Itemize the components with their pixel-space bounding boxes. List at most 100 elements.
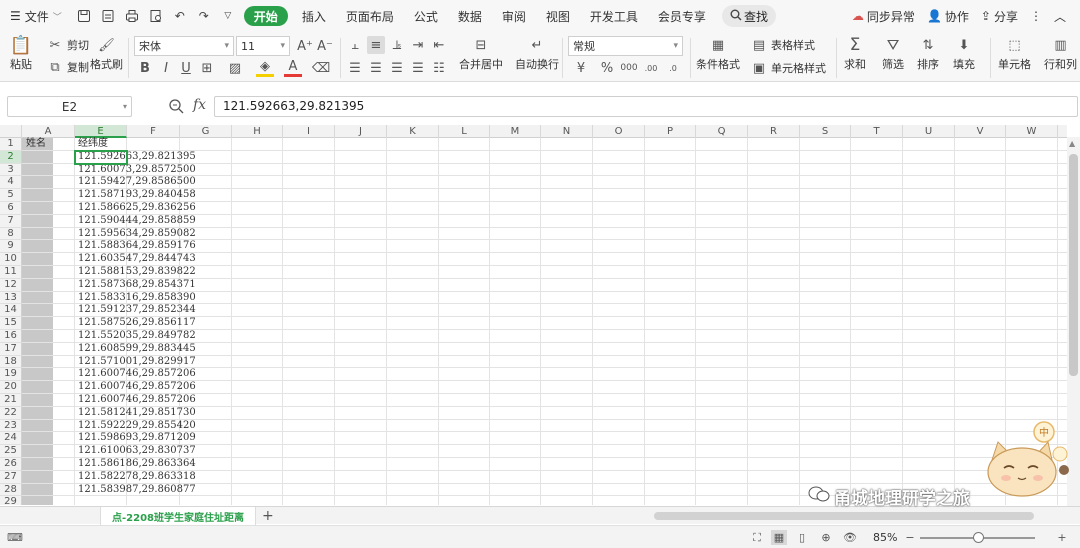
row-header-2[interactable]: 2	[0, 150, 22, 164]
coord-cell[interactable]: 121.590444,29.858859	[76, 215, 196, 228]
export-pdf-icon[interactable]	[99, 7, 117, 25]
percent-button[interactable]: %	[598, 59, 616, 77]
column-header-i[interactable]: I	[283, 125, 335, 138]
row-header-19[interactable]: 19	[0, 368, 22, 382]
zoom-out-icon[interactable]: −	[902, 530, 918, 545]
coord-cell[interactable]: 121.588364,29.859176	[76, 240, 196, 253]
column-header-r[interactable]: R	[748, 125, 800, 138]
more-options-icon[interactable]: ⋮	[1024, 9, 1048, 23]
macro-record-icon[interactable]: ⌨	[7, 530, 23, 545]
column-header-t[interactable]: T	[851, 125, 903, 138]
sheet-tab-active[interactable]: 点-2208班学生家庭住址距离	[100, 507, 256, 525]
tab-data[interactable]: 数据	[448, 0, 492, 32]
column-header-l[interactable]: L	[439, 125, 490, 138]
italic-button[interactable]: I	[157, 59, 175, 77]
decrease-decimal-button[interactable]: .0	[664, 59, 682, 77]
scroll-thumb[interactable]	[654, 512, 1034, 520]
increase-decimal-button[interactable]: .00	[642, 59, 660, 77]
align-middle-button[interactable]: ≡	[367, 36, 385, 54]
tab-home[interactable]: 开始	[243, 6, 288, 26]
collaborate-button[interactable]: 👤 协作	[921, 8, 975, 25]
column-header-q[interactable]: Q	[696, 125, 748, 138]
increase-font-button[interactable]: A⁺	[296, 37, 314, 55]
sort-button[interactable]: ⇅ 排序	[917, 36, 939, 72]
row-col-button[interactable]: ▥ 行和列	[1044, 36, 1077, 72]
scroll-up-icon[interactable]: ▲	[1069, 139, 1075, 148]
cell-button[interactable]: ⬚ 单元格	[998, 36, 1031, 72]
zoom-level[interactable]: 85%	[873, 531, 897, 544]
zoom-lookup-icon[interactable]	[168, 98, 184, 117]
copy-button[interactable]: ⧉ 复制	[46, 58, 89, 76]
column-header-p[interactable]: P	[645, 125, 696, 138]
coord-cell[interactable]: 121.583987,29.860877	[76, 484, 196, 497]
row-header-22[interactable]: 22	[0, 406, 22, 420]
column-header-j[interactable]: J	[335, 125, 387, 138]
row-header-10[interactable]: 10	[0, 253, 22, 266]
print-preview-icon[interactable]	[147, 7, 165, 25]
row-header-29[interactable]: 29	[0, 496, 22, 505]
row-header-26[interactable]: 26	[0, 458, 22, 471]
coord-cell[interactable]: 121.610063,29.830737	[76, 445, 196, 458]
select-all-corner[interactable]	[0, 125, 22, 138]
column-header-o[interactable]: O	[593, 125, 645, 138]
coord-cell[interactable]: 121.582278,29.863318	[76, 471, 196, 484]
filter-button[interactable]: ⛛ 筛选	[882, 36, 904, 72]
print-icon[interactable]	[123, 7, 141, 25]
cells-area[interactable]: 姓名 经纬度 121.592663,29.821395 121.60073,29.…	[22, 138, 1067, 505]
page-layout-view-icon[interactable]: ▯	[794, 530, 810, 545]
row-header-5[interactable]: 5	[0, 189, 22, 202]
row-header-12[interactable]: 12	[0, 278, 22, 292]
scroll-thumb[interactable]	[1069, 154, 1078, 376]
row-header-13[interactable]: 13	[0, 291, 22, 305]
column-header-g[interactable]: G	[180, 125, 232, 138]
row-header-27[interactable]: 27	[0, 470, 22, 484]
redo-icon[interactable]: ↷	[195, 7, 213, 25]
coord-cell[interactable]: 121.598693,29.871209	[76, 432, 196, 445]
wrap-text-button[interactable]: ↵ 自动换行	[515, 36, 559, 72]
tab-member[interactable]: 会员专享	[648, 0, 716, 32]
tab-formulas[interactable]: 公式	[404, 0, 448, 32]
coord-cell[interactable]: 121.600746,29.857206	[76, 368, 196, 381]
normal-view-icon[interactable]: ▦	[771, 530, 787, 545]
align-center-button[interactable]: ☰	[367, 59, 385, 77]
undo-icon[interactable]: ↶	[171, 7, 189, 25]
row-header-8[interactable]: 8	[0, 227, 22, 241]
coord-cell[interactable]: 121.581241,29.851730	[76, 407, 196, 420]
column-header-u[interactable]: U	[903, 125, 955, 138]
coord-cell[interactable]: 121.588153,29.839822	[76, 266, 196, 279]
spreadsheet-grid[interactable]: AEFGHIJKLMNOPQRSTUVW 1 2 3 4 5 6 7 8 9 10 11 12 13 14…	[0, 125, 1067, 505]
reading-mode-icon[interactable]: 👁	[842, 530, 858, 545]
column-header-h[interactable]: H	[232, 125, 283, 138]
coord-cell[interactable]: 121.571001,29.829917	[76, 356, 196, 369]
coord-cell[interactable]: 121.60073,29.8572500	[76, 164, 196, 177]
row-header-21[interactable]: 21	[0, 394, 22, 407]
coord-cell[interactable]: 121.603547,29.844743	[76, 253, 196, 266]
column-header-a[interactable]: A	[22, 125, 75, 138]
sum-button[interactable]: Σ 求和	[844, 35, 866, 72]
row-header-24[interactable]: 24	[0, 432, 22, 446]
save-icon[interactable]	[75, 7, 93, 25]
horizontal-scrollbar[interactable]	[640, 511, 1065, 521]
table-style-button[interactable]: ▤ 表格样式	[750, 36, 815, 54]
justify-button[interactable]: ☰	[409, 59, 427, 77]
thousands-button[interactable]: 000	[620, 59, 638, 77]
row-header-6[interactable]: 6	[0, 202, 22, 215]
row-header-16[interactable]: 16	[0, 330, 22, 343]
row-header-28[interactable]: 28	[0, 483, 22, 497]
column-header-f[interactable]: F	[127, 125, 180, 138]
tab-view[interactable]: 视图	[536, 0, 580, 32]
paste-button[interactable]: 📋 粘贴	[10, 35, 32, 72]
fullscreen-icon[interactable]: ⛶	[749, 530, 765, 545]
outdent-button[interactable]: ⇤	[430, 36, 448, 54]
format-painter-button[interactable]: 🖌 格式刷	[90, 36, 123, 72]
font-name-select[interactable]: 宋体 ▾	[134, 36, 234, 56]
row-header-1[interactable]: 1	[0, 138, 22, 151]
column-header-w[interactable]: W	[1006, 125, 1058, 138]
file-menu[interactable]: ☰ 文件 ﹀	[0, 0, 72, 32]
column-header-e[interactable]: E	[75, 125, 127, 138]
column-header-s[interactable]: S	[800, 125, 851, 138]
row-header-20[interactable]: 20	[0, 381, 22, 394]
sync-status-button[interactable]: ☁ 同步异常	[846, 8, 921, 25]
coord-cell[interactable]: 121.552035,29.849782	[76, 330, 196, 343]
number-format-select[interactable]: 常规 ▾	[568, 36, 683, 56]
